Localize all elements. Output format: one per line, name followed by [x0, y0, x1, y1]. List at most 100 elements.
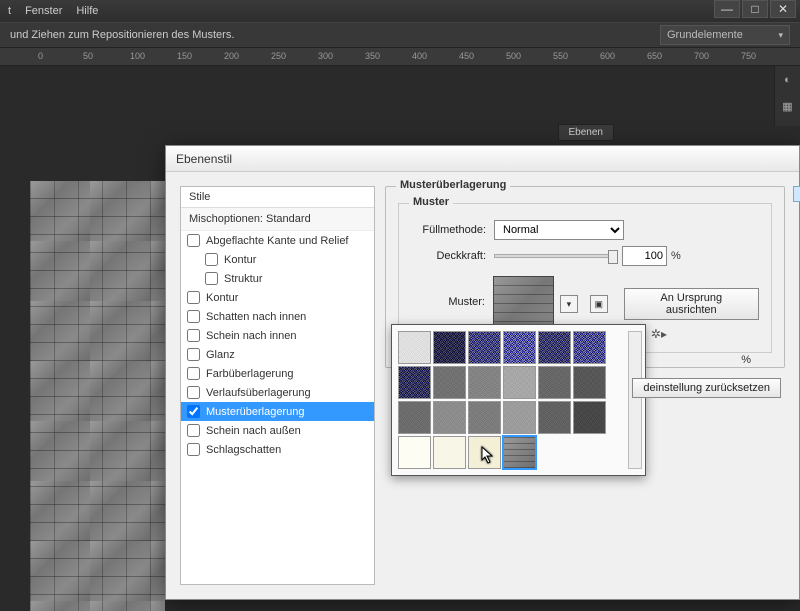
- pattern-cell[interactable]: [398, 436, 431, 469]
- style-label: Struktur: [224, 273, 263, 285]
- pattern-cell[interactable]: [433, 331, 466, 364]
- pattern-cell[interactable]: [398, 366, 431, 399]
- group-title: Musterüberlagerung: [396, 179, 510, 191]
- style-label: Kontur: [206, 292, 238, 304]
- opacity-input[interactable]: [622, 246, 667, 266]
- pattern-cell[interactable]: [433, 436, 466, 469]
- style-checkbox[interactable]: [187, 291, 200, 304]
- layer-style-dialog: Ebenenstil Stile Mischoptionen: Standard…: [165, 145, 800, 600]
- style-checkbox[interactable]: [205, 272, 218, 285]
- pattern-cell[interactable]: [468, 331, 501, 364]
- preset-dropdown[interactable]: Grundelemente: [660, 25, 790, 45]
- blend-mode-select[interactable]: Normal: [494, 220, 624, 240]
- blend-mode-label: Füllmethode:: [411, 224, 486, 236]
- style-checkbox[interactable]: [187, 234, 200, 247]
- style-checkbox[interactable]: [187, 424, 200, 437]
- inner-title: Muster: [409, 196, 453, 208]
- stray-percent: %: [741, 354, 751, 366]
- menu-item-hilfe[interactable]: Hilfe: [76, 5, 98, 17]
- style-label: Schein nach innen: [206, 330, 297, 342]
- style-label: Schatten nach innen: [206, 311, 306, 323]
- style-label: Farbüberlagerung: [206, 368, 293, 380]
- pattern-cell[interactable]: [538, 366, 571, 399]
- picker-scrollbar[interactable]: [628, 331, 642, 469]
- align-origin-button[interactable]: An Ursprung ausrichten: [624, 288, 759, 320]
- window-controls: — □ ✕: [712, 0, 796, 18]
- right-dock: ◐ ▦: [774, 66, 800, 126]
- dialog-title: Ebenenstil: [166, 146, 799, 172]
- swatches-icon[interactable]: ▦: [776, 94, 800, 118]
- style-checkbox[interactable]: [187, 329, 200, 342]
- style-label: Verlaufsüberlagerung: [206, 387, 311, 399]
- style-item[interactable]: Farbüberlagerung: [181, 364, 374, 383]
- style-checkbox[interactable]: [187, 348, 200, 361]
- options-bar: und Ziehen zum Repositionieren des Muste…: [0, 22, 800, 48]
- style-item[interactable]: Schatten nach innen: [181, 307, 374, 326]
- style-item[interactable]: Kontur: [181, 288, 374, 307]
- new-preset-icon[interactable]: ▣: [590, 295, 608, 313]
- style-checkbox[interactable]: [205, 253, 218, 266]
- color-wheel-icon[interactable]: ◐: [776, 68, 800, 92]
- opacity-slider[interactable]: [494, 254, 614, 258]
- style-list: Stile Mischoptionen: Standard Abgeflacht…: [180, 186, 375, 585]
- pattern-cell[interactable]: [503, 401, 536, 434]
- pattern-cell[interactable]: [398, 331, 431, 364]
- hint-text: und Ziehen zum Repositionieren des Muste…: [10, 29, 234, 41]
- dialog-ok-peek[interactable]: [793, 186, 800, 202]
- pattern-grid: [398, 331, 639, 469]
- style-label: Abgeflachte Kante und Relief: [206, 235, 349, 247]
- pattern-cell-selected[interactable]: [503, 436, 536, 469]
- style-label: Schein nach außen: [206, 425, 301, 437]
- styles-header[interactable]: Stile: [181, 187, 374, 208]
- style-item[interactable]: Schein nach außen: [181, 421, 374, 440]
- style-label: Glanz: [206, 349, 235, 361]
- style-label: Musterüberlagerung: [206, 406, 304, 418]
- blend-options-header[interactable]: Mischoptionen: Standard: [181, 208, 374, 231]
- pattern-picker: ✲▸: [391, 324, 646, 476]
- style-checkbox[interactable]: [187, 405, 200, 418]
- maximize-button[interactable]: □: [742, 0, 768, 18]
- opacity-label: Deckkraft:: [411, 250, 486, 262]
- style-checkbox[interactable]: [187, 443, 200, 456]
- style-item[interactable]: Schlagschatten: [181, 440, 374, 459]
- layers-panel-tab[interactable]: Ebenen: [558, 124, 614, 141]
- minimize-button[interactable]: —: [714, 0, 740, 18]
- style-item[interactable]: Schein nach innen: [181, 326, 374, 345]
- document-canvas[interactable]: [30, 181, 165, 611]
- pattern-dropdown-icon[interactable]: ▾: [560, 295, 578, 313]
- style-item[interactable]: Abgeflachte Kante und Relief: [181, 231, 374, 250]
- style-checkbox[interactable]: [187, 367, 200, 380]
- style-item[interactable]: Struktur: [181, 269, 374, 288]
- pattern-label: Muster:: [411, 296, 485, 308]
- pattern-cell[interactable]: [433, 401, 466, 434]
- params-panel: Musterüberlagerung Muster Füllmethode: N…: [381, 172, 799, 599]
- percent-label: %: [671, 250, 681, 262]
- pattern-cell[interactable]: [538, 401, 571, 434]
- style-item[interactable]: Musterüberlagerung: [181, 402, 374, 421]
- style-checkbox[interactable]: [187, 386, 200, 399]
- menu-item-fenster[interactable]: Fenster: [25, 5, 62, 17]
- pattern-cell[interactable]: [573, 401, 606, 434]
- pattern-cell[interactable]: [468, 401, 501, 434]
- pattern-cell[interactable]: [503, 366, 536, 399]
- pattern-cell[interactable]: [503, 331, 536, 364]
- pattern-cell[interactable]: [398, 401, 431, 434]
- menu-item[interactable]: t: [8, 5, 11, 17]
- reset-default-button[interactable]: deinstellung zurücksetzen: [632, 378, 781, 398]
- pattern-cell[interactable]: [573, 366, 606, 399]
- menubar: t Fenster Hilfe — □ ✕: [0, 0, 800, 22]
- style-checkbox[interactable]: [187, 310, 200, 323]
- style-item[interactable]: Verlaufsüberlagerung: [181, 383, 374, 402]
- close-button[interactable]: ✕: [770, 0, 796, 18]
- style-item[interactable]: Kontur: [181, 250, 374, 269]
- gear-icon[interactable]: ✲▸: [651, 327, 667, 341]
- pattern-cell[interactable]: [468, 436, 501, 469]
- style-label: Kontur: [224, 254, 256, 266]
- pattern-cell[interactable]: [573, 331, 606, 364]
- texture-preview: [30, 181, 165, 611]
- style-label: Schlagschatten: [206, 444, 281, 456]
- pattern-cell[interactable]: [468, 366, 501, 399]
- pattern-cell[interactable]: [433, 366, 466, 399]
- style-item[interactable]: Glanz: [181, 345, 374, 364]
- pattern-cell[interactable]: [538, 331, 571, 364]
